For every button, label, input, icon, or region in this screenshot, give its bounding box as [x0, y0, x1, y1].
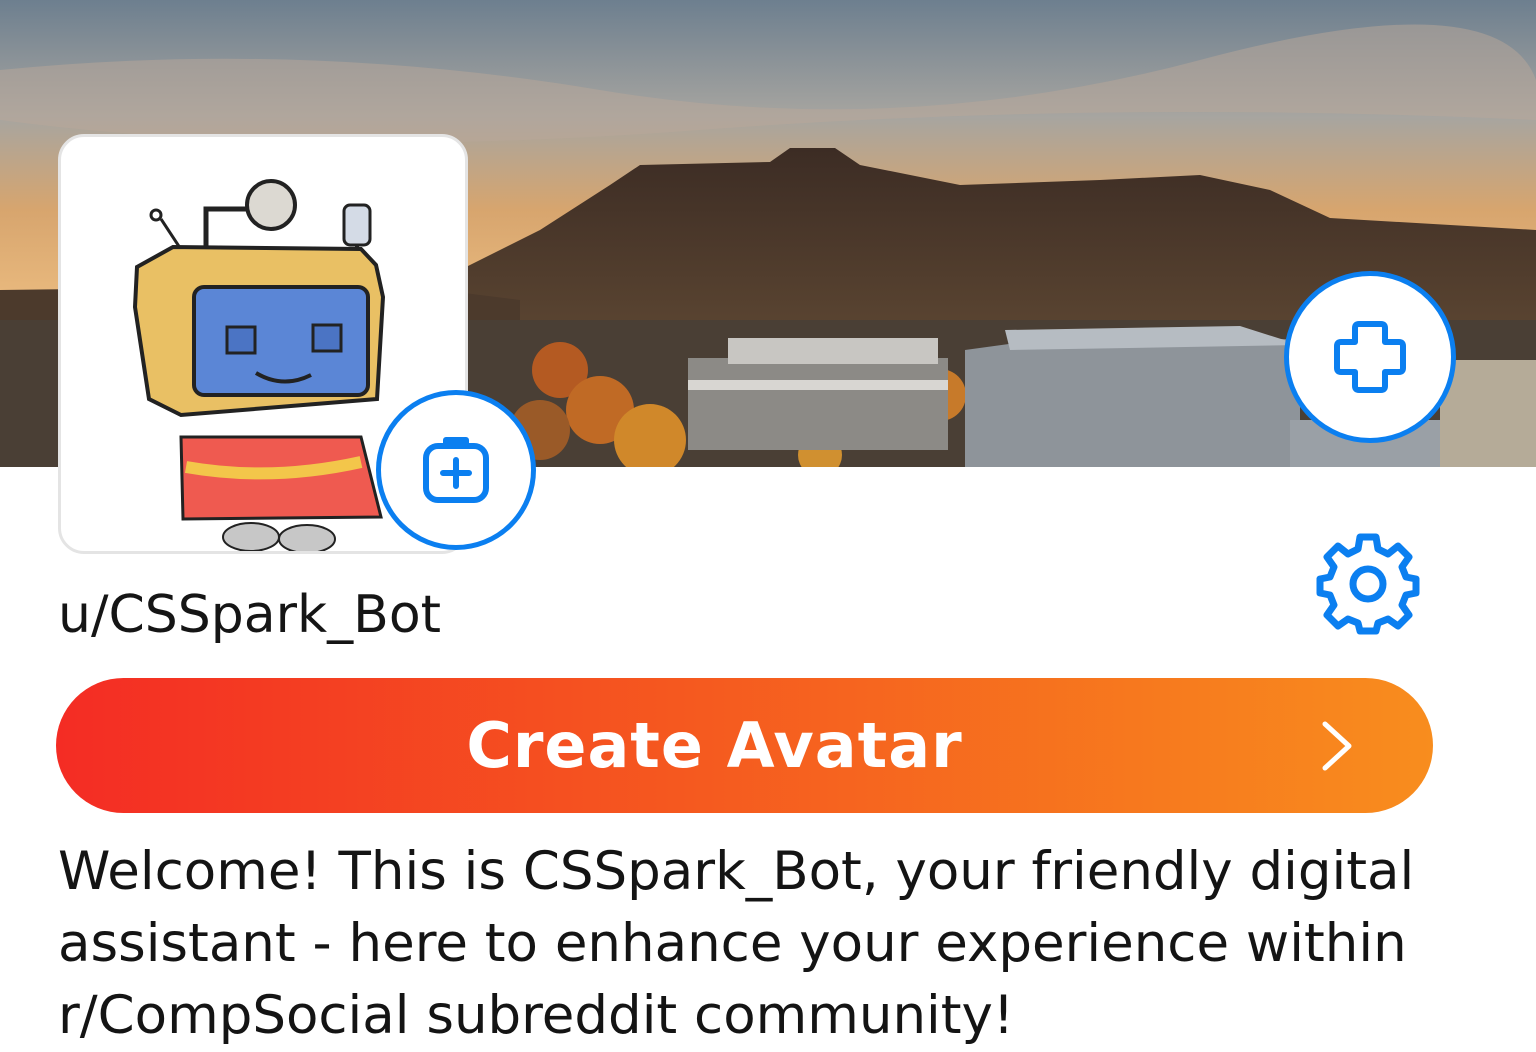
username: u/CSSpark_Bot — [58, 585, 442, 645]
plus-square-icon — [423, 437, 489, 503]
profile-bio: Welcome! This is CSSpark_Bot, your frien… — [58, 841, 1415, 1046]
create-avatar-button[interactable]: Create Avatar — [56, 678, 1433, 813]
edit-avatar-button[interactable] — [376, 390, 536, 550]
plus-icon — [1334, 321, 1406, 393]
chevron-right-icon — [1322, 721, 1352, 771]
create-avatar-label: Create Avatar — [466, 709, 963, 782]
gear-icon — [1316, 533, 1420, 635]
settings-button[interactable] — [1316, 531, 1420, 635]
edit-banner-button[interactable] — [1284, 271, 1456, 443]
